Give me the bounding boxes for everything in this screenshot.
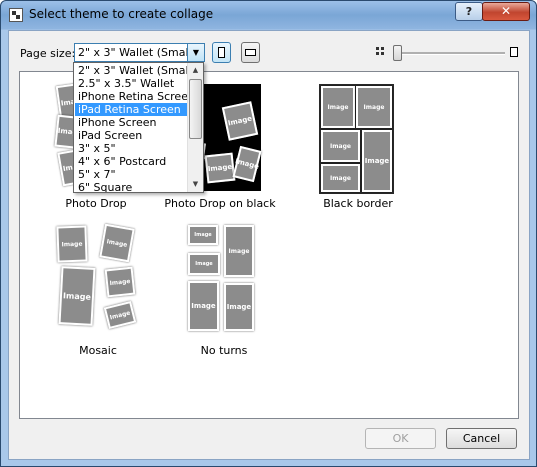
- scrollbar-thumb[interactable]: [189, 79, 202, 139]
- landscape-icon: [245, 49, 256, 56]
- dropdown-option[interactable]: iPad Screen: [75, 129, 187, 142]
- zoom-slider-thumb[interactable]: [393, 45, 402, 61]
- theme-label: Mosaic: [79, 344, 117, 357]
- dropdown-option-highlighted[interactable]: iPad Retina Screen: [75, 103, 187, 116]
- page-size-value: 2" x 3" Wallet (Small): [78, 46, 196, 59]
- image-placeholder: Image: [188, 253, 220, 275]
- theme-mosaic[interactable]: Image Image Image Image Image: [50, 222, 137, 340]
- image-placeholder: Image: [221, 101, 259, 141]
- cancel-button[interactable]: Cancel: [446, 428, 517, 449]
- theme-label: Black border: [323, 197, 393, 210]
- image-placeholder: Image: [321, 164, 360, 192]
- dropdown-option[interactable]: iPhone Screen: [75, 116, 187, 129]
- scroll-up-icon[interactable]: ▲: [188, 63, 203, 78]
- chevron-down-icon[interactable]: ▼: [187, 44, 204, 61]
- image-placeholder: Image: [188, 281, 219, 331]
- close-button[interactable]: ✕: [482, 2, 530, 21]
- image-placeholder: Image: [224, 225, 254, 277]
- app-icon: [9, 8, 23, 22]
- dropdown-option[interactable]: 2" x 3" Wallet (Small): [75, 64, 196, 77]
- landscape-orientation-button[interactable]: [241, 42, 260, 63]
- image-placeholder: Image: [188, 225, 218, 245]
- image-placeholder: Image: [58, 266, 96, 326]
- scroll-down-icon[interactable]: ▼: [188, 177, 203, 192]
- image-placeholder: Image: [232, 145, 262, 183]
- image-placeholder: Image: [104, 266, 136, 298]
- help-button[interactable]: ?: [455, 2, 483, 21]
- dropdown-option[interactable]: 5" x 7": [75, 168, 187, 181]
- zoom-slider-track[interactable]: [395, 52, 505, 55]
- dropdown-option[interactable]: 4" x 6" Postcard: [75, 155, 187, 168]
- image-placeholder: Image: [356, 86, 392, 128]
- dialog-client-area: Page size: 2" x 3" Wallet (Small) ▼ Imag…: [8, 30, 530, 460]
- theme-black-border[interactable]: Image Image Image Image Image: [319, 84, 394, 194]
- image-placeholder: Image: [99, 223, 135, 263]
- dropdown-option[interactable]: iPhone Retina Screen: [75, 90, 195, 103]
- portrait-icon: [218, 47, 225, 58]
- small-thumbnails-icon: [376, 47, 385, 56]
- theme-no-turns[interactable]: Image Image Image Image Image: [186, 225, 266, 341]
- dropdown-option[interactable]: 2.5" x 3.5" Wallet: [75, 77, 187, 90]
- ok-button[interactable]: OK: [365, 428, 436, 449]
- image-placeholder: Image: [321, 86, 355, 128]
- title-bar[interactable]: Select theme to create collage ? ✕: [1, 1, 536, 29]
- image-placeholder: Image: [224, 283, 254, 331]
- theme-label: Photo Drop: [65, 197, 127, 210]
- page-size-dropdown-list[interactable]: 2" x 3" Wallet (Small) 2.5" x 3.5" Walle…: [73, 62, 204, 193]
- image-placeholder: Image: [103, 300, 137, 330]
- image-placeholder: Image: [56, 225, 88, 263]
- image-placeholder: Image: [204, 152, 236, 184]
- portrait-orientation-button[interactable]: [212, 42, 231, 63]
- dropdown-option[interactable]: 3" x 5": [75, 142, 187, 155]
- theme-label: Photo Drop on black: [164, 197, 276, 210]
- dropdown-scrollbar[interactable]: ▲ ▼: [187, 63, 203, 192]
- window-title: Select theme to create collage: [29, 7, 214, 21]
- page-size-select[interactable]: 2" x 3" Wallet (Small) ▼: [74, 43, 205, 62]
- theme-label: No turns: [200, 344, 248, 357]
- image-placeholder: Image: [362, 130, 392, 192]
- dropdown-option[interactable]: 6" Square: [75, 181, 187, 192]
- image-placeholder: Image: [321, 130, 360, 162]
- dialog-window: Select theme to create collage ? ✕ Page …: [0, 0, 537, 467]
- large-thumbnails-icon: [510, 47, 518, 57]
- page-size-label: Page size:: [20, 47, 76, 60]
